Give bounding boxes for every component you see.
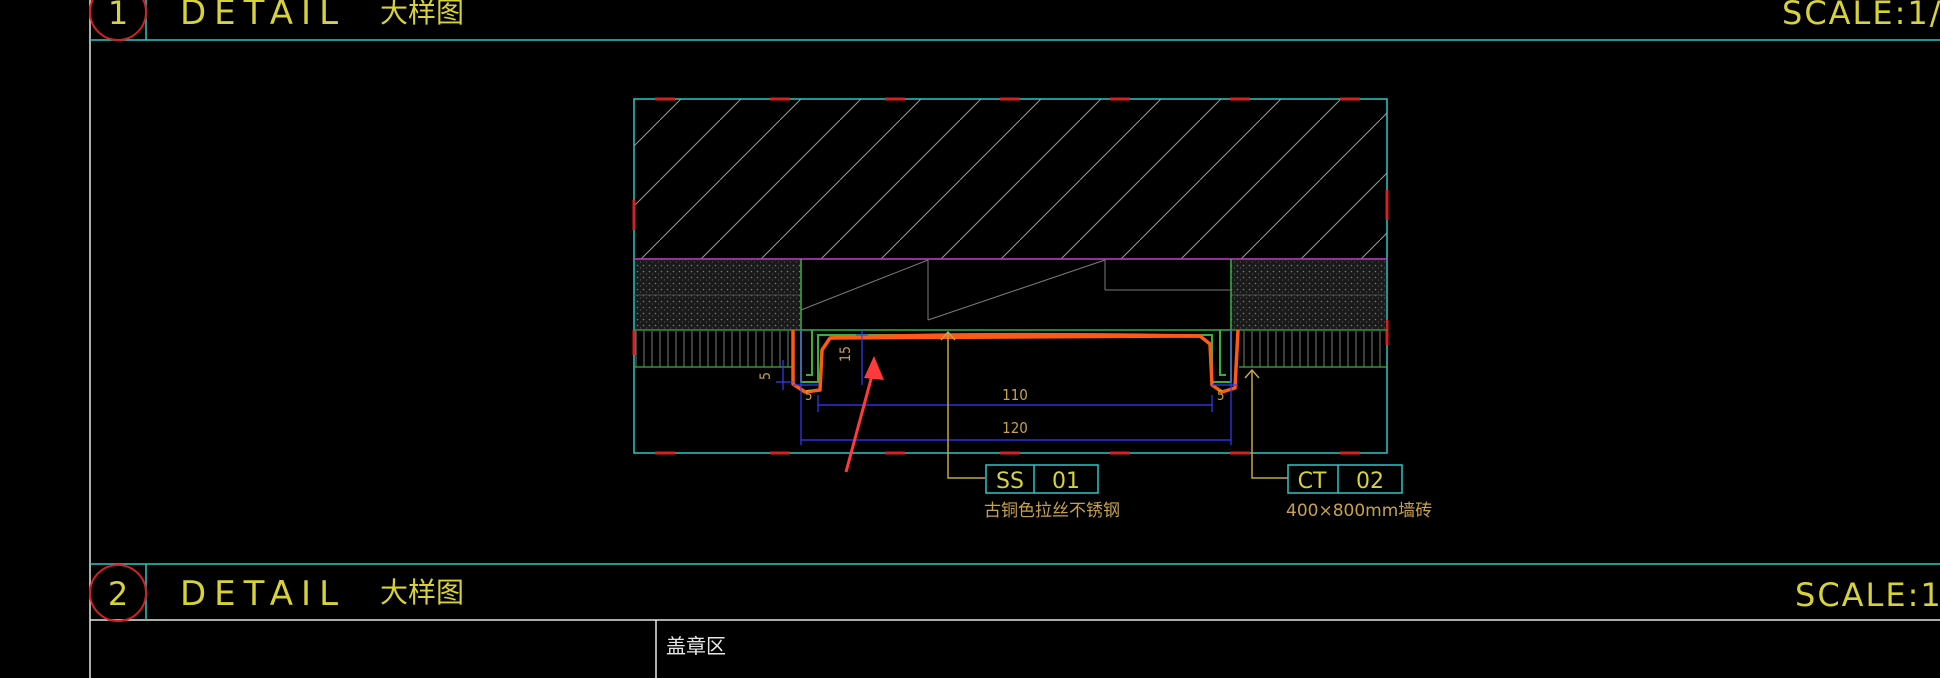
red-arrow-annotation <box>844 356 884 473</box>
concrete-slab-hatch <box>634 99 1387 259</box>
left-tile-layer <box>635 331 793 367</box>
detail-2-titlebar: 2 DETAIL 大样图 SCALE:1/ <box>89 563 1940 622</box>
dim-5-left: 5 <box>758 372 774 380</box>
tag-ss-num: 01 <box>1052 469 1080 494</box>
detail-1-label: DETAIL <box>180 0 346 33</box>
detail-1-number: 1 <box>108 0 128 32</box>
stamp-area-label: 盖章区 <box>666 634 726 658</box>
tag-ct-02[interactable]: CT 02 400×800mm墙砖 <box>1286 464 1432 521</box>
detail-1-drawing[interactable]: 5 15 5 5 110 120 SS 01 古铜色拉丝不锈钢 CT 02 40… <box>632 97 1432 521</box>
dim-15: 15 <box>838 346 854 362</box>
detail-2-number: 2 <box>108 575 128 613</box>
stamp-area: 盖章区 <box>655 620 726 678</box>
detail-2-label: DETAIL <box>180 574 346 614</box>
right-tile-layer <box>1239 331 1386 367</box>
tag-ct-note: 400×800mm墙砖 <box>1286 501 1432 521</box>
orange-highlight-outline <box>791 329 1240 394</box>
tag-ss-note: 古铜色拉丝不锈钢 <box>984 501 1120 521</box>
dim-120: 120 <box>1002 419 1028 437</box>
detail-1-scale: SCALE:1/1 <box>1782 0 1940 32</box>
tag-ss-code: SS <box>996 469 1024 494</box>
tag-ss-01[interactable]: SS 01 古铜色拉丝不锈钢 <box>984 464 1120 521</box>
cad-viewport[interactable]: 1 DETAIL 大样图 SCALE:1/1 <box>0 0 1940 678</box>
detail-1-titlebar: 1 DETAIL 大样图 SCALE:1/1 <box>89 0 1940 41</box>
detail-2-scale: SCALE:1/ <box>1795 576 1940 614</box>
detail-2-cn-label: 大样图 <box>380 576 464 609</box>
tag-ct-code: CT <box>1298 469 1327 494</box>
dim-110: 110 <box>1002 386 1028 404</box>
cad-drawing[interactable]: 1 DETAIL 大样图 SCALE:1/1 <box>0 0 1940 678</box>
dim-5-bottom-right: 5 <box>1217 389 1224 404</box>
blocking-lines <box>800 259 1231 321</box>
tag-ct-num: 02 <box>1356 469 1384 494</box>
detail-1-cn-label: 大样图 <box>380 0 464 29</box>
dim-5-bottom-left: 5 <box>805 389 812 404</box>
